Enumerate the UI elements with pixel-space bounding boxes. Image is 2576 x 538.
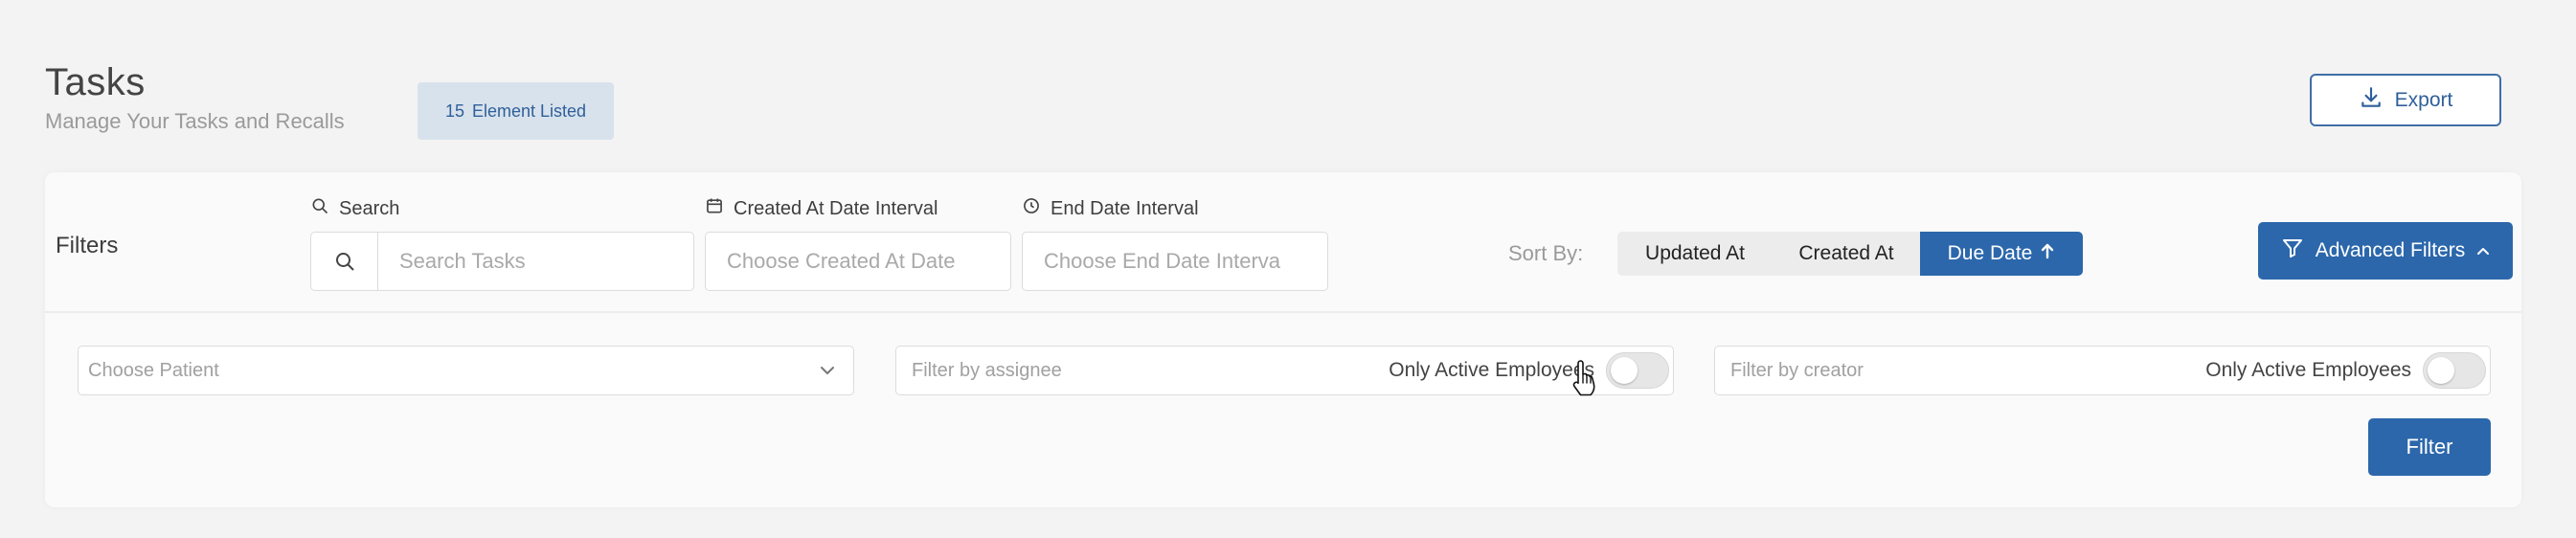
search-input[interactable]: Search Tasks [310,232,694,291]
created-date-input[interactable]: Choose Created At Date [705,232,1011,291]
created-date-label-text: Created At Date Interval [734,197,938,219]
element-count-label: Element Listed [471,101,587,121]
creator-filter[interactable]: Filter by creator Only Active Employees [1714,346,2491,395]
hand-cursor-icon [1570,360,1597,403]
sort-due-date-label: Due Date [1947,242,2033,264]
export-button[interactable]: Export [2310,74,2501,126]
advanced-filters-label: Advanced Filters [2315,239,2466,261]
created-date-placeholder: Choose Created At Date [727,249,956,273]
search-icon [310,196,329,221]
clock-icon [1022,196,1041,221]
search-field-label: Search [310,196,399,221]
element-count-badge: 15 Element Listed [418,82,614,140]
assignee-placeholder: Filter by assignee [912,359,1062,381]
calendar-icon [705,196,724,221]
advanced-filters-button[interactable]: Advanced Filters [2258,222,2513,280]
search-icon [311,233,378,290]
end-date-label: End Date Interval [1022,196,1199,221]
end-date-label-text: End Date Interval [1051,197,1199,219]
panel-divider [45,311,2521,313]
creator-placeholder: Filter by creator [1730,359,1864,381]
sort-by-label: Sort By: [1508,241,1584,265]
sort-created-at-button[interactable]: Created At [1773,232,1920,276]
funnel-icon [2281,236,2304,265]
filters-heading: Filters [56,233,119,258]
assignee-filter[interactable]: Filter by assignee Only Active Employees [895,346,1674,395]
assignee-active-toggle[interactable] [1606,352,1669,389]
patient-select[interactable]: Choose Patient [78,346,854,395]
created-date-label: Created At Date Interval [705,196,938,221]
end-date-input[interactable]: Choose End Date Interva [1022,232,1328,291]
page-subtitle: Manage Your Tasks and Recalls [45,109,345,133]
search-label-text: Search [339,197,400,219]
chevron-up-icon [2476,239,2490,262]
export-label: Export [2394,88,2453,111]
download-icon [2359,85,2384,116]
page-title: Tasks [45,61,146,103]
assignee-active-toggle-label: Only Active Employees [1389,359,1594,381]
end-date-placeholder: Choose End Date Interva [1044,249,1281,273]
creator-active-toggle-label: Only Active Employees [2205,359,2411,381]
element-count: 15 [444,101,464,121]
arrow-up-icon [2040,242,2055,265]
filter-panel [45,172,2521,507]
chevron-down-icon [819,360,836,382]
creator-active-toggle[interactable] [2423,352,2486,389]
sort-options: Updated At Created At Due Date [1617,232,2083,276]
sort-updated-at-button[interactable]: Updated At [1617,232,1773,276]
filter-submit-button[interactable]: Filter [2368,418,2491,476]
sort-due-date-button[interactable]: Due Date [1920,232,2083,276]
patient-placeholder: Choose Patient [88,359,219,381]
search-placeholder: Search Tasks [399,249,526,273]
